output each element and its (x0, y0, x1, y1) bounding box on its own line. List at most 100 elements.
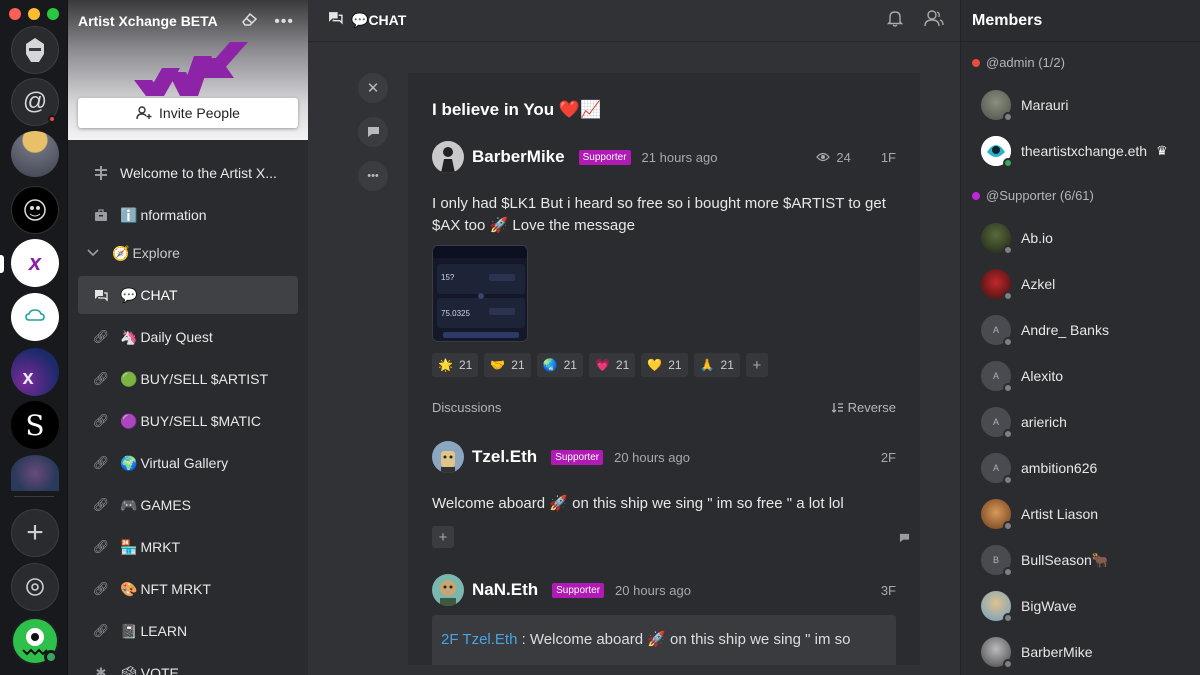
invite-people-button[interactable]: Invite People (78, 98, 298, 128)
minimize-window-button[interactable] (28, 8, 40, 20)
channel-mrkt[interactable]: 🔗︎ 🏪 MRKT (78, 528, 298, 566)
channel-label: BUY/SELL $MATIC (140, 413, 262, 429)
reaction-emoji: 🌟 (438, 358, 453, 372)
channel-games[interactable]: 🔗︎ 🎮 GAMES (78, 486, 298, 524)
puzzle-icon: ✱ (95, 665, 107, 675)
member-item[interactable]: Ab.io (981, 222, 1191, 255)
member-item[interactable]: BarberMike (981, 636, 1191, 669)
avatar (981, 499, 1013, 531)
category-emoji: 🧭 (112, 244, 130, 261)
channel-label: Welcome to the Artist X... (120, 165, 277, 181)
server-icon-galaxy[interactable] (11, 455, 59, 491)
member-item[interactable]: Marauri (981, 89, 1191, 122)
members-toggle-icon[interactable] (924, 9, 944, 32)
status-dot (1003, 383, 1013, 393)
avatar[interactable] (432, 141, 464, 173)
member-name: BigWave (1021, 598, 1077, 614)
reverse-label: Reverse (847, 400, 896, 415)
server-name[interactable]: Artist Xchange BETA (78, 13, 218, 29)
add-reaction-button[interactable]: + (745, 353, 768, 377)
bell-icon[interactable] (886, 9, 904, 32)
channel-virtual-gallery[interactable]: 🔗︎ 🌍 Virtual Gallery (78, 444, 298, 482)
reaction-chip[interactable]: 🙏 21 (693, 353, 740, 377)
link-icon: 🔗︎ (92, 413, 110, 428)
link-icon: 🔗︎ (92, 329, 110, 344)
channel-chat[interactable]: 💬 CHAT (78, 276, 298, 314)
avatar[interactable] (432, 441, 464, 473)
more-options-icon[interactable]: ••• (274, 13, 294, 31)
server-icon-s[interactable]: S (11, 401, 59, 449)
channel-learn[interactable]: 🔗︎ 📓 LEARN (78, 612, 298, 650)
reaction-bar: 🌟 21 🤝 21 🌏 21 💗 21 💛 21 🙏 21 + (432, 353, 768, 377)
home-server-icon[interactable] (11, 26, 59, 74)
avatar[interactable] (432, 574, 464, 606)
channel-vote[interactable]: ✱ 🗳 VOTE (78, 654, 298, 675)
member-item[interactable]: A ambition626 (981, 452, 1191, 485)
channel-welcome[interactable]: Welcome to the Artist X... (78, 154, 298, 192)
channel-emoji: 🟢 (120, 370, 138, 387)
server-icon-golden[interactable] (11, 131, 59, 177)
status-dot (1003, 475, 1013, 485)
explore-servers-icon[interactable] (11, 563, 59, 611)
role-badge: Supporter (552, 582, 605, 598)
member-item[interactable]: A Alexito (981, 360, 1191, 393)
reply-button[interactable] (358, 117, 388, 147)
reply-time: 20 hours ago (615, 582, 691, 598)
avatar (981, 136, 1013, 168)
post-image[interactable]: 15? 75.0325 (432, 245, 528, 342)
channel-emoji: ℹ️ (120, 206, 138, 223)
member-item[interactable]: Artist Liason (981, 498, 1191, 531)
member-item[interactable]: BigWave (981, 590, 1191, 623)
category-explore[interactable]: 🧭 Explore (78, 234, 298, 272)
maximize-window-button[interactable] (47, 8, 59, 20)
author-name[interactable]: BarberMike (472, 147, 565, 167)
avatar-letter: B (992, 555, 999, 565)
server-icon-x-blue[interactable]: x (11, 348, 59, 396)
reverse-sort-button[interactable]: Reverse (831, 400, 896, 415)
member-item[interactable]: Azkel (981, 268, 1191, 301)
avatar: A (981, 361, 1013, 393)
reaction-chip[interactable]: 🤝 21 (484, 353, 531, 377)
channel-label: LEARN (140, 623, 188, 639)
member-item[interactable]: theartistxchange.eth ♛ (981, 135, 1191, 168)
avatar (981, 591, 1013, 623)
channel-information[interactable]: ℹ️ nformation (78, 196, 298, 234)
author-name[interactable]: Tzel.Eth (472, 447, 537, 467)
channel-label: GAMES (140, 497, 192, 513)
channel-title-emoji: 💬 (351, 12, 369, 28)
member-item[interactable]: A arierich (981, 406, 1191, 439)
chat-icon (92, 289, 110, 302)
post-more-button[interactable]: ••• (358, 161, 388, 191)
member-item[interactable]: A Andre_ Banks (981, 314, 1191, 347)
reply-time: 20 hours ago (614, 449, 690, 465)
eraser-icon[interactable] (240, 11, 258, 32)
reaction-emoji: 🌏 (542, 358, 558, 372)
server-icon-cloud[interactable] (11, 293, 59, 341)
add-server-icon[interactable]: + (11, 509, 59, 557)
quote-reference-link[interactable]: 2F Tzel.Eth (441, 631, 517, 648)
channel-nft-mrkt[interactable]: 🔗︎ 🎨 NFT MRKT (78, 570, 298, 608)
close-window-button[interactable] (9, 8, 21, 20)
avatar-letter: A (992, 371, 999, 381)
reaction-chip[interactable]: 💛 21 (641, 353, 688, 377)
briefcase-icon (92, 208, 110, 222)
server-icon-artist-xchange[interactable]: x (11, 239, 59, 287)
channel-title-text: CHAT (368, 12, 407, 28)
reaction-chip[interactable]: 💗 21 (588, 353, 636, 377)
reaction-chip[interactable]: 🌟 21 (432, 353, 479, 377)
author-name[interactable]: NaN.Eth (472, 580, 538, 600)
member-item[interactable]: B BullSeason🐂 (981, 544, 1191, 577)
channel-emoji: 🟣 (120, 412, 138, 429)
post-title-text: I believe in You (432, 100, 555, 119)
channel-daily-quest[interactable]: 🔗︎ 🦄 Daily Quest (78, 318, 298, 356)
channel-buy-sell-artist[interactable]: 🔗︎ 🟢 BUY/SELL $ARTIST (78, 360, 298, 398)
member-name: BarberMike (1021, 644, 1093, 660)
add-reaction-button[interactable]: + (432, 526, 454, 548)
reply-icon[interactable] (899, 533, 910, 546)
discussions-header: Discussions Reverse (432, 400, 896, 415)
channel-buy-sell-matic[interactable]: 🔗︎ 🟣 BUY/SELL $MATIC (78, 402, 298, 440)
server-icon-monkey[interactable] (11, 186, 59, 234)
close-post-button[interactable]: ✕ (358, 73, 388, 103)
reaction-chip[interactable]: 🌏 21 (536, 353, 583, 377)
quoted-reply[interactable]: 2F Tzel.Eth : Welcome aboard 🚀 on this s… (432, 615, 896, 665)
